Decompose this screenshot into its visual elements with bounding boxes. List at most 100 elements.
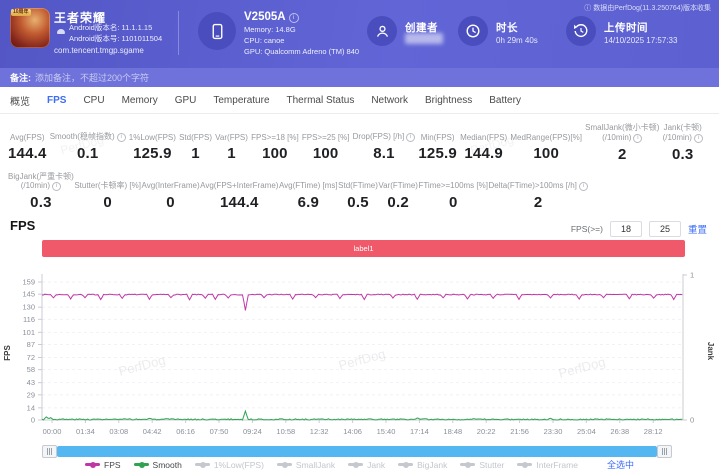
chart-region-label-bar[interactable]: label1 [42,240,685,257]
stat-cell: FPS>=25 [%]100 [302,123,350,163]
info-icon[interactable]: i [633,134,642,143]
report-header: 10周年 王者荣耀 Android版本名: 11.1.1.15 Android版… [0,0,719,68]
svg-text:FPS: FPS [3,345,12,361]
stat-value: 0 [449,194,458,211]
svg-text:PerfDog: PerfDog [117,352,167,379]
stat-label: FPS>=18 [%] [251,123,299,142]
legend-item-1-low-fps-[interactable]: 1%Low(FPS) [195,460,264,470]
svg-text:101: 101 [22,328,35,337]
anniversary-badge: 10周年 [11,9,31,16]
upload-time-label: 上传时间 [604,20,648,35]
info-icon[interactable]: i [117,133,126,142]
stat-value: 125.9 [133,145,172,162]
legend-line-icon [85,463,100,466]
region-label: label1 [353,244,373,253]
android-icon [57,29,65,34]
chart-scrollbar[interactable] [57,446,657,457]
info-icon[interactable]: i [406,133,415,142]
stat-label: SmallJank(微小卡顿)(/10min)i [585,123,659,143]
legend-item-jank[interactable]: Jank [348,460,385,470]
svg-text:23:30: 23:30 [544,427,563,436]
reset-button[interactable]: 重置 [688,222,707,236]
game-app-icon: 10周年 [10,8,50,48]
svg-text:17:14: 17:14 [410,427,429,436]
tab-network[interactable]: Network [371,95,408,106]
upload-icon-circle [566,16,596,46]
stat-label: 1%Low(FPS) [129,123,176,142]
stat-value: 0.3 [30,194,51,211]
stat-label: Avg(FPS) [10,123,45,142]
legend-item-smooth[interactable]: Smooth [134,460,182,470]
stat-cell: FTime>=100ms [%]0 [418,172,488,212]
legend-label: FPS [104,460,121,470]
svg-text:01:34: 01:34 [76,427,95,436]
tab-memory[interactable]: Memory [122,95,158,106]
tab-temperature[interactable]: Temperature [213,95,269,106]
stat-value: 0.5 [347,194,368,211]
svg-text:58: 58 [27,365,35,374]
legend-line-icon [398,463,413,466]
info-icon[interactable]: i [52,182,61,191]
svg-text:0: 0 [31,416,35,425]
device-info-icon[interactable]: i [289,13,299,23]
stat-cell: Min(FPS)125.9 [418,123,457,163]
svg-text:116: 116 [23,315,35,324]
android-version-code: Android版本号: 1101011504 [69,34,162,45]
stat-value: 1 [191,145,200,162]
stat-cell: Avg(FTime) [ms]6.9 [279,172,338,212]
note-placeholder: 添加备注，不超过200个字符 [35,71,149,84]
metric-tabs: 概览 FPS CPU Memory GPU Temperature Thermal Stat… [0,87,719,114]
legend-item-bigjank[interactable]: BigJank [398,460,447,470]
svg-text:10:58: 10:58 [276,427,295,436]
svg-text:130: 130 [22,303,35,312]
creator-icon-circle [367,16,397,46]
creator-name-redacted [405,33,443,44]
fps-section-title: FPS [10,218,35,233]
upload-time-value: 14/10/2025 17:57:33 [604,36,677,45]
fps-threshold-input-1[interactable] [610,221,642,237]
legend-label: Stutter [479,460,504,470]
tab-battery[interactable]: Battery [489,95,521,106]
chart-scroll-handle-right[interactable] [657,445,672,458]
legend-line-icon [195,463,210,466]
svg-text:09:24: 09:24 [243,427,262,436]
svg-text:15:40: 15:40 [377,427,396,436]
tab-overview[interactable]: 概览 [10,93,30,108]
legend-line-icon [460,463,475,466]
tab-gpu[interactable]: GPU [175,95,197,106]
svg-text:0: 0 [690,416,694,425]
stat-cell: Avg(FPS) 144.4 [8,123,47,163]
svg-text:21:56: 21:56 [510,427,529,436]
stat-value: 144.9 [464,145,503,162]
tab-thermal-status[interactable]: Thermal Status [287,95,355,106]
fps-line-chart[interactable]: 15914513011610187725843291401000:0001:34… [0,258,719,444]
info-icon[interactable]: i [579,182,588,191]
select-all-button[interactable]: 全选中 [607,458,634,470]
tab-fps[interactable]: FPS [47,95,66,106]
svg-text:43: 43 [27,378,35,387]
tab-brightness[interactable]: Brightness [425,95,472,106]
stat-cell: Drop(FPS) [/h]i8.1 [353,123,416,163]
legend-item-interframe[interactable]: InterFrame [517,460,578,470]
device-name: V2505A [244,11,286,23]
perfdog-report-page: 10周年 王者荣耀 Android版本名: 11.1.1.15 Android版… [0,0,719,470]
stat-label: Drop(FPS) [/h]i [353,123,416,142]
series-fps [42,294,682,310]
legend-item-smalljank[interactable]: SmallJank [277,460,335,470]
person-icon [375,24,390,39]
fps-threshold-input-2[interactable] [649,221,681,237]
tab-cpu[interactable]: CPU [83,95,104,106]
svg-text:28:12: 28:12 [644,427,663,436]
info-icon[interactable]: i [694,134,703,143]
stat-label: Avg(FTime) [ms] [279,172,338,191]
fps-threshold-controls: FPS(>=) 重置 [571,221,707,237]
svg-text:18:48: 18:48 [443,427,462,436]
stat-label: Min(FPS) [421,123,455,142]
stat-value: 0.3 [672,146,693,163]
stat-value: 144.4 [8,145,47,162]
legend-item-fps[interactable]: FPS [85,460,121,470]
legend-item-stutter[interactable]: Stutter [460,460,504,470]
note-band[interactable]: 备注: 添加备注，不超过200个字符 [0,68,719,87]
clock-icon [465,23,481,39]
chart-scroll-handle-left[interactable] [42,445,57,458]
